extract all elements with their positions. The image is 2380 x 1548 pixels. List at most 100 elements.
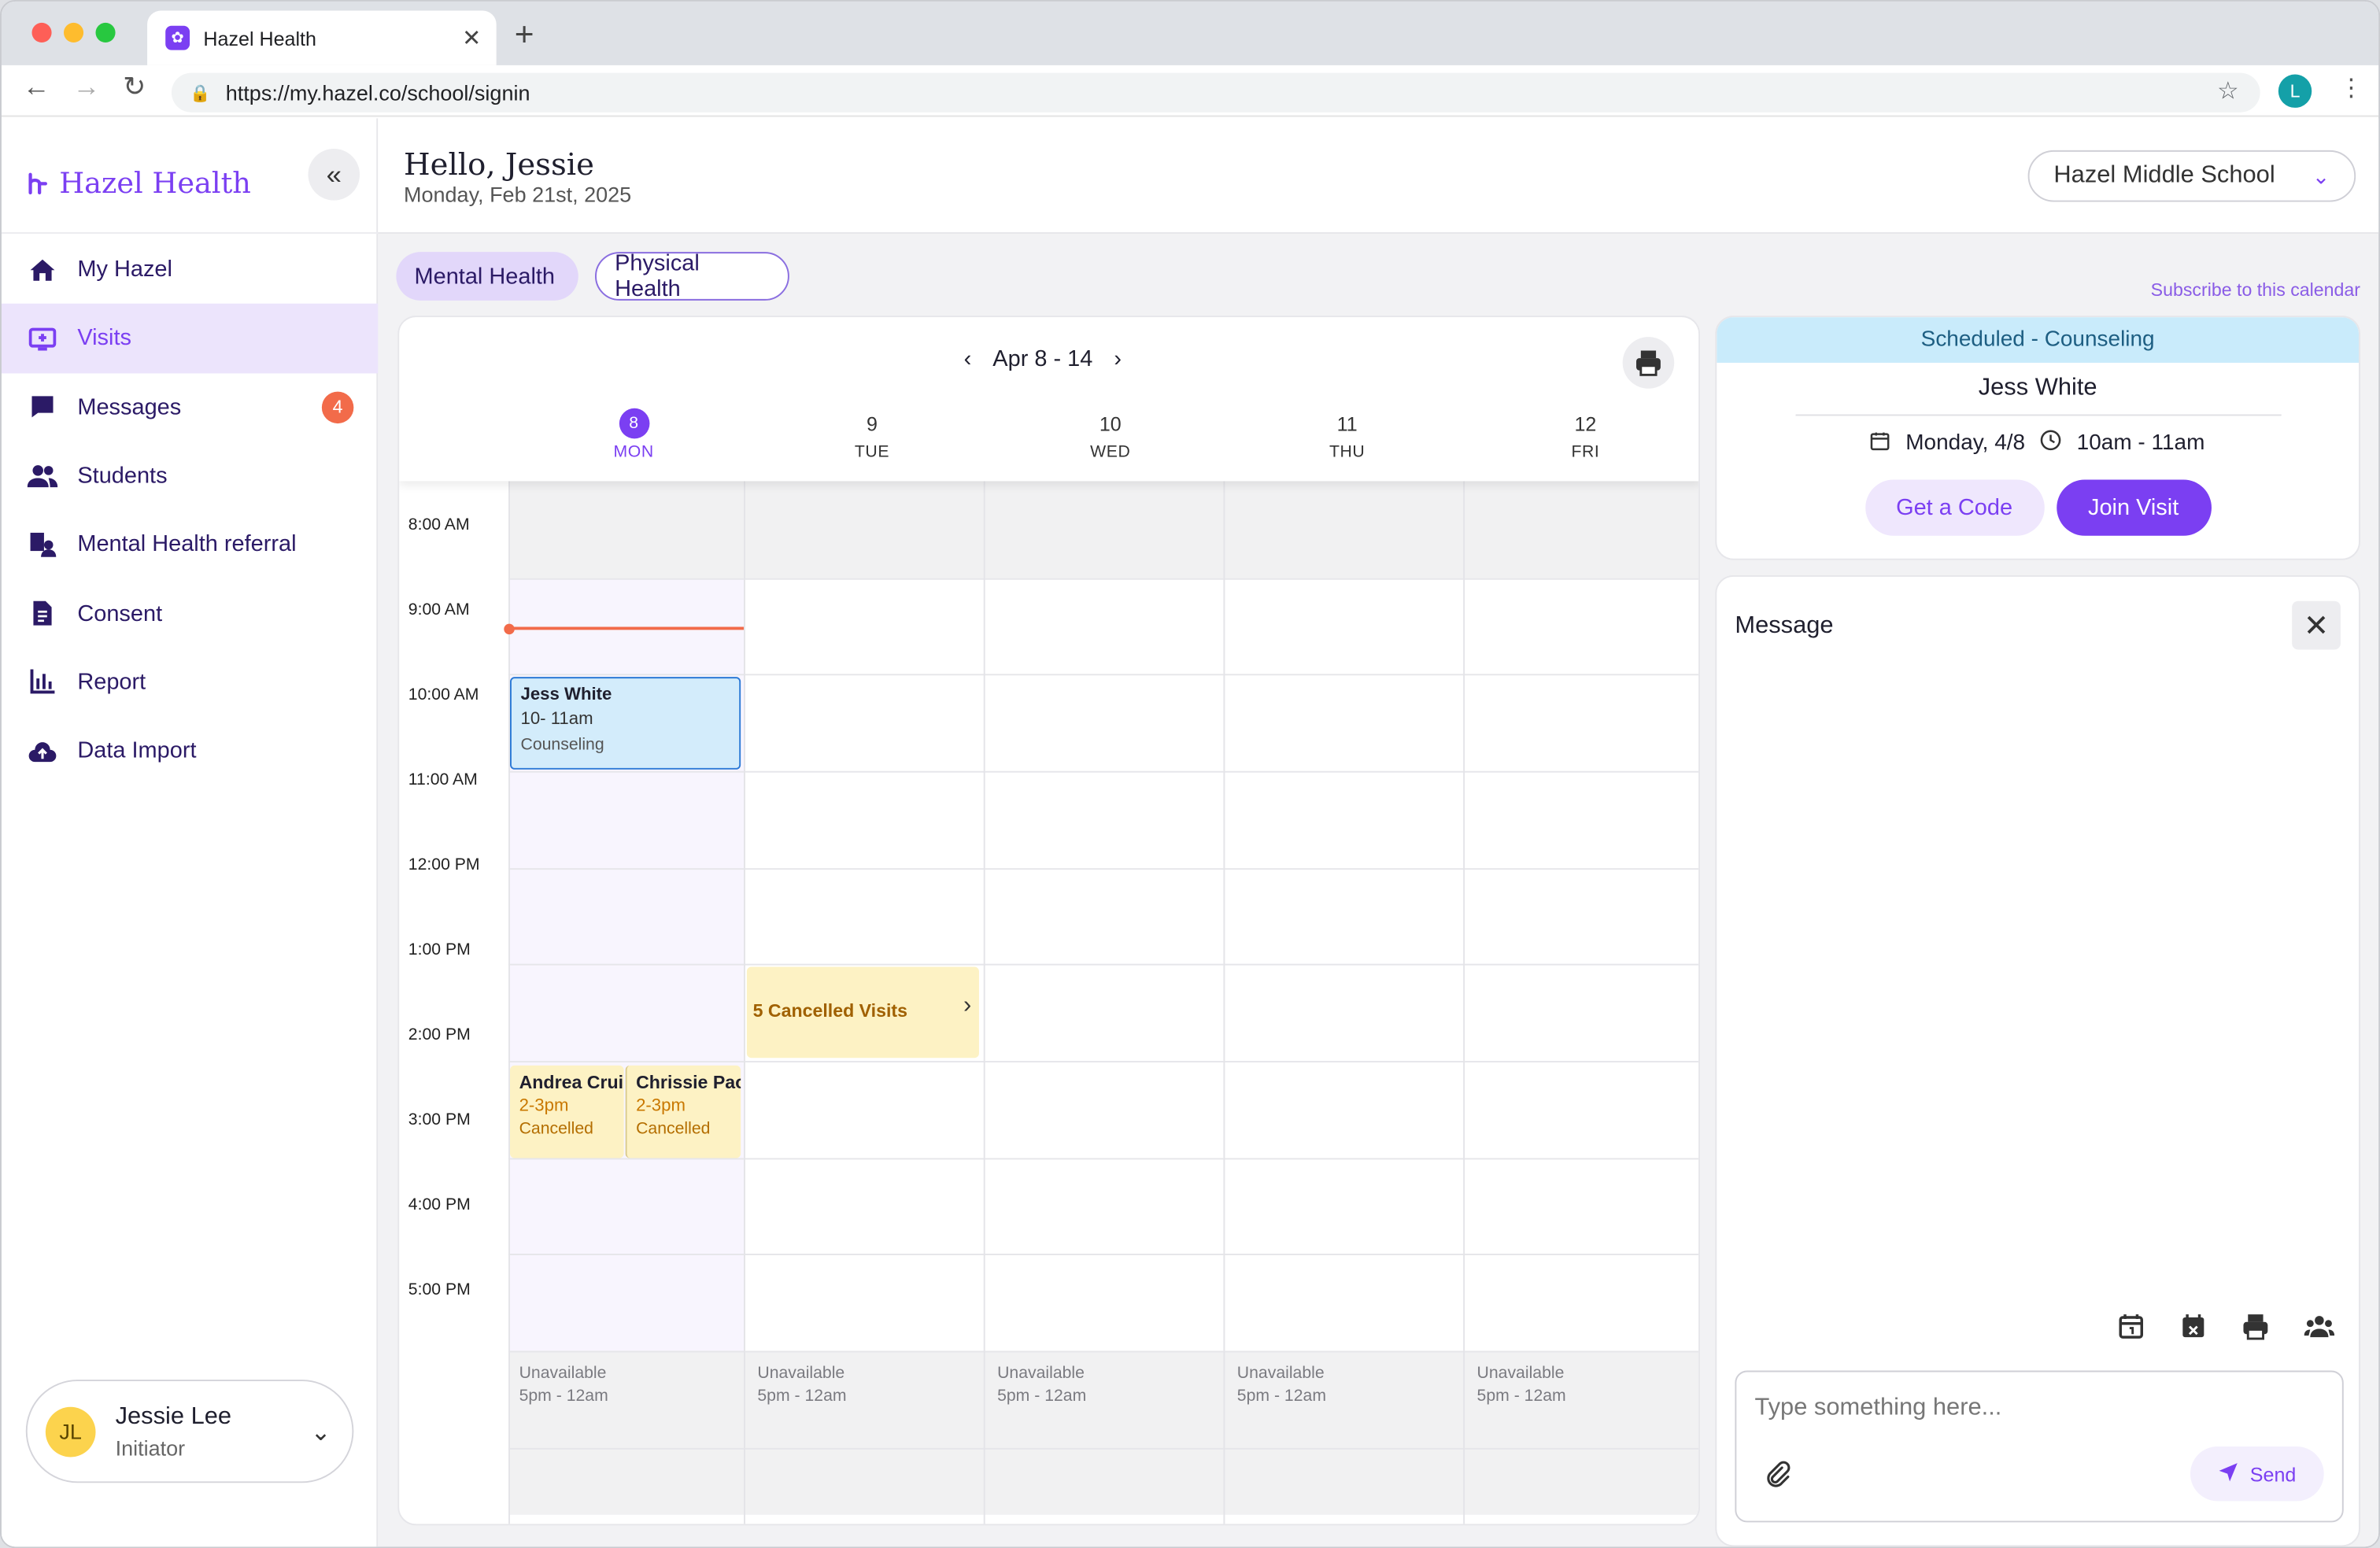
time-label: 8:00 AM xyxy=(408,515,470,534)
sidebar-item-label: Consent xyxy=(77,600,163,626)
event-type: Counseling xyxy=(520,736,604,755)
unavailable-hours: 5pm - 12am xyxy=(1236,1387,1327,1406)
url-bar[interactable]: 🔒 https://my.hazel.co/school/signin ☆ xyxy=(171,72,2260,113)
bar-chart-icon xyxy=(28,667,58,697)
sidebar-item-visits[interactable]: Visits xyxy=(1,304,379,373)
message-composer[interactable]: Type something here... Send xyxy=(1735,1370,2344,1523)
new-tab-icon[interactable]: + xyxy=(515,15,534,54)
lock-icon: 🔒 xyxy=(190,84,211,103)
url-text: https://my.hazel.co/school/signin xyxy=(225,80,530,105)
time-label: 5:00 PM xyxy=(408,1280,471,1299)
bookmark-star-icon[interactable]: ☆ xyxy=(2217,76,2239,106)
visit-time: 10am - 11am xyxy=(2076,430,2205,456)
browser-tab[interactable]: ✿ Hazel Health ✕ xyxy=(147,10,497,65)
sidebar-item-label: Messages xyxy=(77,393,182,420)
send-icon xyxy=(2218,1461,2239,1487)
time-label: 3:00 PM xyxy=(408,1110,471,1129)
filter-physical-health[interactable]: Physical Health xyxy=(595,250,789,302)
day-header-wed[interactable]: 10 WED xyxy=(991,408,1229,462)
hour-line xyxy=(508,1158,1699,1160)
cancelled-visits-label: 5 Cancelled Visits xyxy=(752,1000,908,1022)
sidebar-item-report[interactable]: Report xyxy=(2,648,378,716)
page-header: Hello, Jessie Monday, Feb 21st, 2025 Haz… xyxy=(378,118,2379,235)
message-toolbar xyxy=(2117,1313,2335,1347)
day-number: 8 xyxy=(618,408,649,439)
back-arrow-icon[interactable]: ← xyxy=(23,72,50,104)
hour-line xyxy=(508,770,1699,773)
day-column xyxy=(508,481,511,1524)
sidebar: Hazel Health « My Hazel Visits Messages … xyxy=(1,118,379,1547)
printer-icon[interactable] xyxy=(2242,1313,2270,1347)
sidebar-item-mental-health-referral[interactable]: Mental Health referral xyxy=(2,510,378,578)
unavailable-slot-mon: Unavailable 5pm - 12am xyxy=(519,1363,608,1409)
calendar-icon xyxy=(1871,430,1890,456)
close-tab-icon[interactable]: ✕ xyxy=(462,24,481,52)
day-header-mon[interactable]: 8 MON xyxy=(515,408,753,461)
event-andrea-cruise[interactable]: Andrea Cruise 2-3pm Cancelled xyxy=(510,1065,624,1158)
get-code-button[interactable]: Get a Code xyxy=(1864,479,2044,536)
user-profile-menu[interactable]: JL Jessie Lee Initiator ⌄ xyxy=(25,1380,354,1483)
chat-bubble-icon xyxy=(28,392,58,423)
chevron-right-icon: › xyxy=(963,992,972,1019)
visit-details-card: Scheduled - Counseling Jess White Monday… xyxy=(1715,316,2360,560)
previous-week-icon[interactable]: ‹ xyxy=(964,346,972,372)
sidebar-item-label: Visits xyxy=(77,325,131,352)
paperclip-icon[interactable] xyxy=(1764,1460,1791,1494)
unavailable-hours: 5pm - 12am xyxy=(997,1387,1087,1406)
event-jess-white[interactable]: Jess White 10- 11am Counseling xyxy=(510,677,741,770)
close-window-dot[interactable] xyxy=(31,22,52,43)
send-button[interactable]: Send xyxy=(2190,1446,2324,1502)
week-range: Apr 8 - 14 xyxy=(992,345,1093,372)
time-label: 1:00 PM xyxy=(408,940,471,959)
clock-icon xyxy=(2040,430,2061,457)
hour-line xyxy=(508,674,1699,676)
sidebar-item-label: Students xyxy=(77,463,168,490)
school-selector[interactable]: Hazel Middle School ⌄ xyxy=(2027,150,2356,202)
past-hours-shade xyxy=(508,481,1699,578)
hour-line xyxy=(508,963,1699,966)
filter-mental-health[interactable]: Mental Health xyxy=(396,252,578,301)
minimize-window-dot[interactable] xyxy=(64,22,84,43)
day-header-tue[interactable]: 9 TUE xyxy=(753,408,992,462)
calendar-grid[interactable]: Unavailable 5pm - 12am Unavailable 5pm - 1… xyxy=(504,481,1699,1524)
message-input-placeholder[interactable]: Type something here... xyxy=(1754,1395,2001,1422)
sidebar-item-data-import[interactable]: Data Import xyxy=(2,716,378,785)
calendar-day-icon[interactable] xyxy=(2117,1313,2145,1347)
day-column xyxy=(983,481,985,1524)
sidebar-item-students[interactable]: Students xyxy=(2,441,378,510)
collapse-sidebar-button[interactable]: « xyxy=(308,149,360,201)
close-message-button[interactable]: ✕ xyxy=(2292,600,2341,650)
event-name: Andrea Cruise xyxy=(519,1071,624,1093)
event-time: 2-3pm xyxy=(519,1096,569,1115)
referral-icon xyxy=(28,530,58,560)
week-navigator: ‹ Apr 8 - 14 › xyxy=(964,346,1122,372)
maximize-window-dot[interactable] xyxy=(95,22,116,43)
day-column xyxy=(744,481,745,1524)
hazel-logo-icon xyxy=(28,172,47,195)
user-role: Initiator xyxy=(115,1435,186,1460)
current-date: Monday, Feb 21st, 2025 xyxy=(404,182,632,207)
sidebar-item-messages[interactable]: Messages 4 xyxy=(2,373,378,441)
send-label: Send xyxy=(2249,1462,2297,1486)
sidebar-item-my-hazel[interactable]: My Hazel xyxy=(2,235,378,304)
day-header-fri[interactable]: 12 FRI xyxy=(1466,408,1698,462)
address-bar-row: ← → ↻ 🔒 https://my.hazel.co/school/signi… xyxy=(1,65,2379,117)
group-icon[interactable] xyxy=(2304,1313,2335,1347)
forward-arrow-icon[interactable]: → xyxy=(73,72,101,104)
join-visit-button[interactable]: Join Visit xyxy=(2056,479,2212,536)
visit-date: Monday, 4/8 xyxy=(1905,430,2026,456)
day-header-thu[interactable]: 11 THU xyxy=(1228,408,1466,462)
calendar-cancel-icon[interactable] xyxy=(2179,1313,2207,1347)
reload-icon[interactable]: ↻ xyxy=(123,72,146,104)
sidebar-item-consent[interactable]: Consent xyxy=(2,579,378,648)
hazel-logo[interactable]: Hazel Health xyxy=(26,167,251,201)
browser-profile-avatar[interactable]: L xyxy=(2278,74,2312,108)
avatar: JL xyxy=(45,1406,96,1457)
hazel-favicon-icon: ✿ xyxy=(165,25,190,50)
browser-menu-icon[interactable]: ⋮ xyxy=(2339,73,2363,104)
event-chrissie-paoli[interactable]: Chrissie Paoli 2-3pm Cancelled xyxy=(625,1065,741,1158)
subscribe-calendar-link[interactable]: Subscribe to this calendar xyxy=(2151,279,2360,301)
next-week-icon[interactable]: › xyxy=(1114,346,1122,372)
print-calendar-button[interactable] xyxy=(1622,337,1675,389)
cancelled-visits-summary[interactable]: 5 Cancelled Visits › xyxy=(746,966,979,1058)
